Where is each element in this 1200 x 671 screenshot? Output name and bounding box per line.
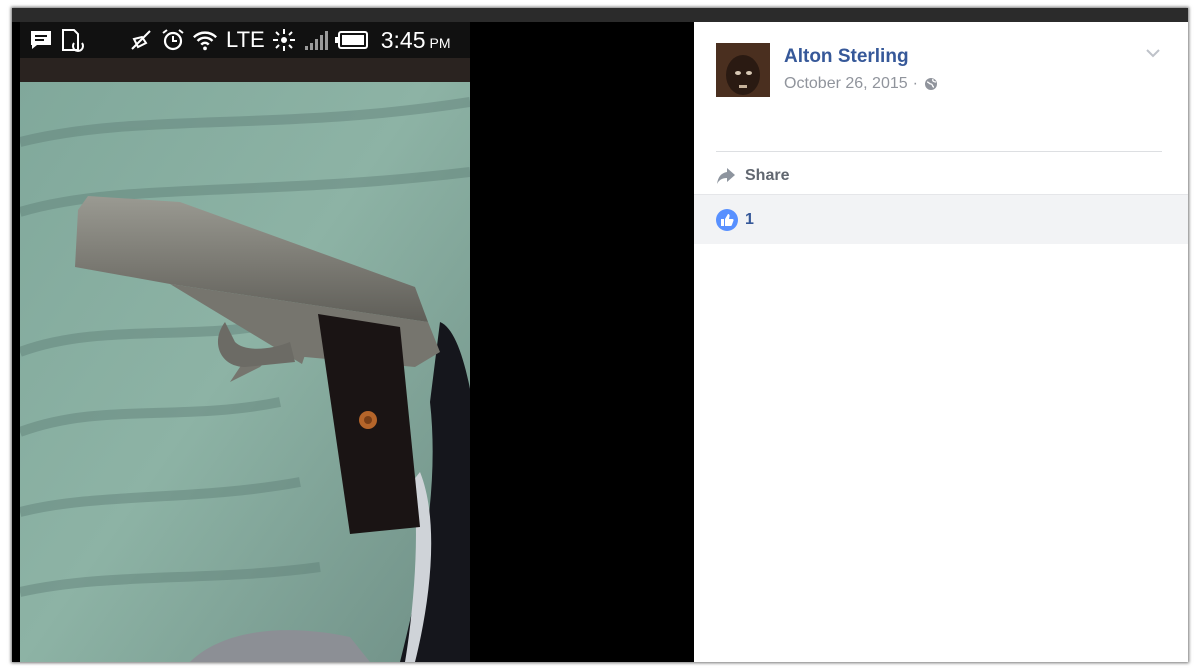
phone-status-bar: LTE 3:45 PM: [20, 22, 470, 58]
meta-separator: ·: [912, 75, 918, 92]
battery-icon: [334, 27, 369, 53]
globe-icon[interactable]: [924, 77, 938, 91]
post-detail-panel: Alton Sterling October 26, 2015 · Share …: [694, 22, 1188, 662]
post-date-link[interactable]: October 26, 2015: [784, 75, 908, 93]
reactions-bar: 1: [694, 194, 1188, 244]
brightness-icon: [271, 27, 297, 53]
divider: [716, 151, 1162, 152]
like-count[interactable]: 1: [745, 211, 754, 229]
share-label: Share: [745, 167, 790, 184]
like-icon[interactable]: [716, 208, 738, 231]
network-type-label: LTE: [226, 27, 265, 52]
share-button[interactable]: Share: [716, 163, 789, 189]
share-arrow-icon: [716, 167, 736, 185]
background-window-strip: [12, 8, 1188, 22]
author-name-link[interactable]: Alton Sterling: [784, 46, 909, 68]
viewer-frame: LTE 3:45 PM Alton Sterling October 26, 2…: [12, 8, 1188, 662]
chevron-down-icon[interactable]: [1144, 46, 1162, 60]
post-meta: October 26, 2015 ·: [784, 75, 938, 93]
status-time: 3:45: [380, 26, 426, 53]
avatar[interactable]: [716, 43, 770, 97]
status-ampm: PM: [429, 35, 451, 51]
alarm-icon: [160, 27, 186, 53]
message-icon: [28, 27, 54, 53]
sd-card-sync-icon: [60, 27, 86, 53]
mute-icon: [128, 27, 154, 53]
post-photo[interactable]: [20, 22, 470, 662]
photo-scene: [20, 22, 470, 662]
wifi-icon: [192, 27, 218, 53]
signal-icon: [303, 27, 329, 53]
